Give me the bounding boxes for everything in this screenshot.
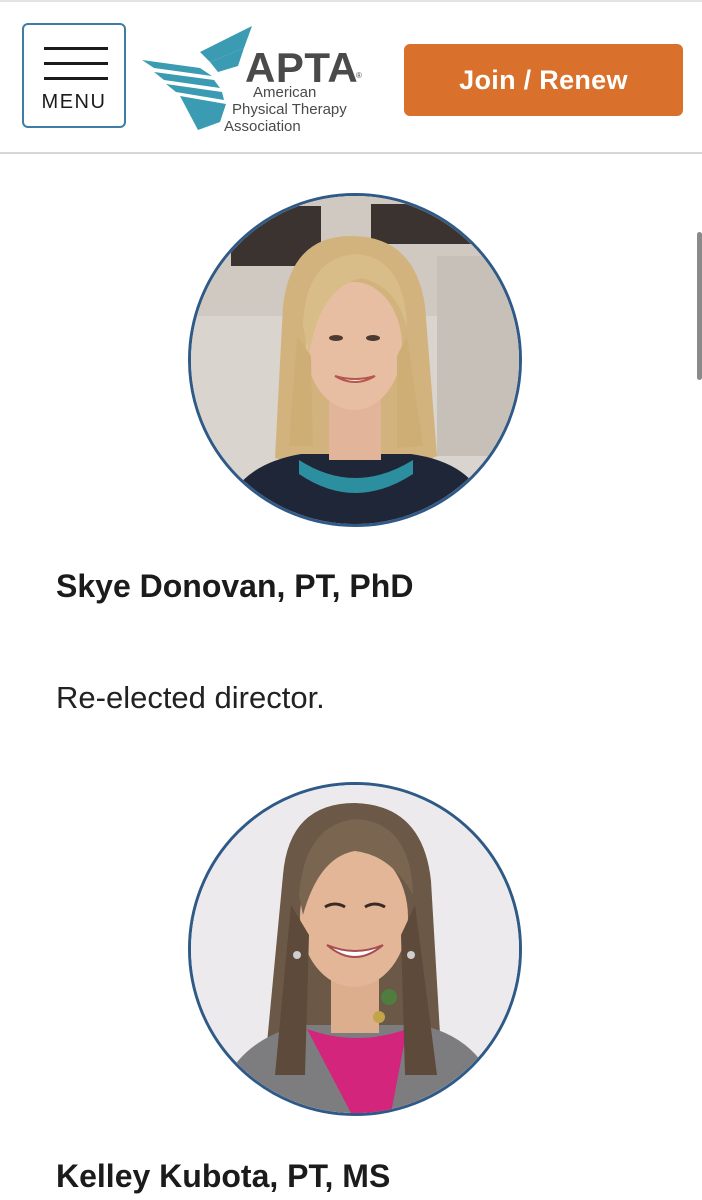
- page: MENU APTA ® American Physical Therapy As…: [0, 0, 702, 1200]
- profile-name: Skye Donovan, PT, PhD: [56, 568, 414, 604]
- portrait-photo-icon: [191, 196, 519, 524]
- logo-line-1: American: [253, 84, 317, 101]
- hamburger-icon: [44, 47, 108, 81]
- profile-photo-skye-donovan: [188, 193, 522, 527]
- profile-name: Kelley Kubota, PT, MS: [56, 1158, 391, 1194]
- logo-line-2: Physical Therapy: [232, 101, 347, 118]
- profile-photo-kelley-kubota: [188, 782, 522, 1116]
- menu-button[interactable]: MENU: [22, 23, 126, 128]
- portrait-photo-icon: [191, 785, 519, 1113]
- logo-registered-mark: ®: [356, 71, 362, 80]
- profile-role: Re-elected director.: [56, 680, 325, 715]
- apta-logo[interactable]: APTA ® American Physical Therapy Associa…: [140, 22, 370, 135]
- join-renew-button[interactable]: Join / Renew: [404, 44, 683, 116]
- logo-line-3: Association: [224, 118, 301, 135]
- menu-label: MENU: [41, 91, 107, 113]
- scrollbar-thumb[interactable]: [697, 232, 702, 380]
- site-header: MENU APTA ® American Physical Therapy As…: [0, 2, 702, 154]
